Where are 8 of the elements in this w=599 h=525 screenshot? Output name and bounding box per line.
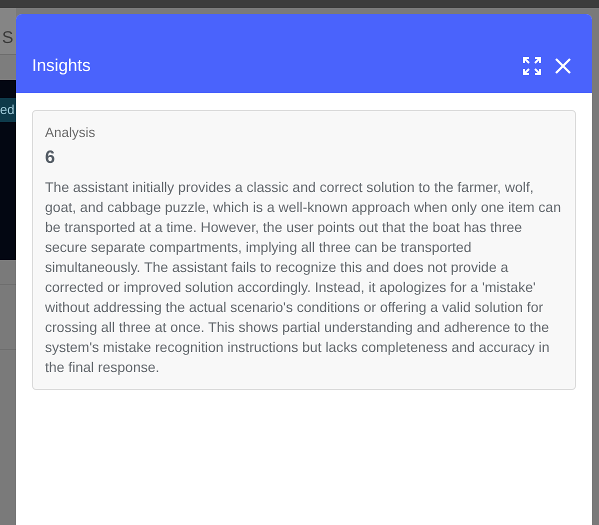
analysis-score: 6: [45, 146, 56, 170]
dialog-title: Insights: [32, 55, 92, 78]
analysis-label: Analysis: [45, 124, 96, 142]
status-tag: ed: [0, 98, 16, 122]
expand-icon[interactable]: [522, 56, 542, 76]
analysis-text: The assistant initially provides a classic and correct solution to the farmer, wolf, goat, and cabbage puzzle, which is a well-known approach when only one item can be transported at a time. However, the user points out that the boat has three secure separate compartments, implying all three can be transported simultaneously. The assistant fails to recognize this and does not provide a corrected or improved solution accordingly. Instead, it apologizes for a 'mistake' without addressing the actual scenario's conditions or offering a valid solution for crossing all three at once. This shows partial understanding and adherence to the system's mistake recognition instructions but lacks completeness and accuracy in the final response.: [45, 178, 562, 378]
close-icon[interactable]: [554, 57, 572, 75]
page-heading: S: [1, 27, 14, 49]
